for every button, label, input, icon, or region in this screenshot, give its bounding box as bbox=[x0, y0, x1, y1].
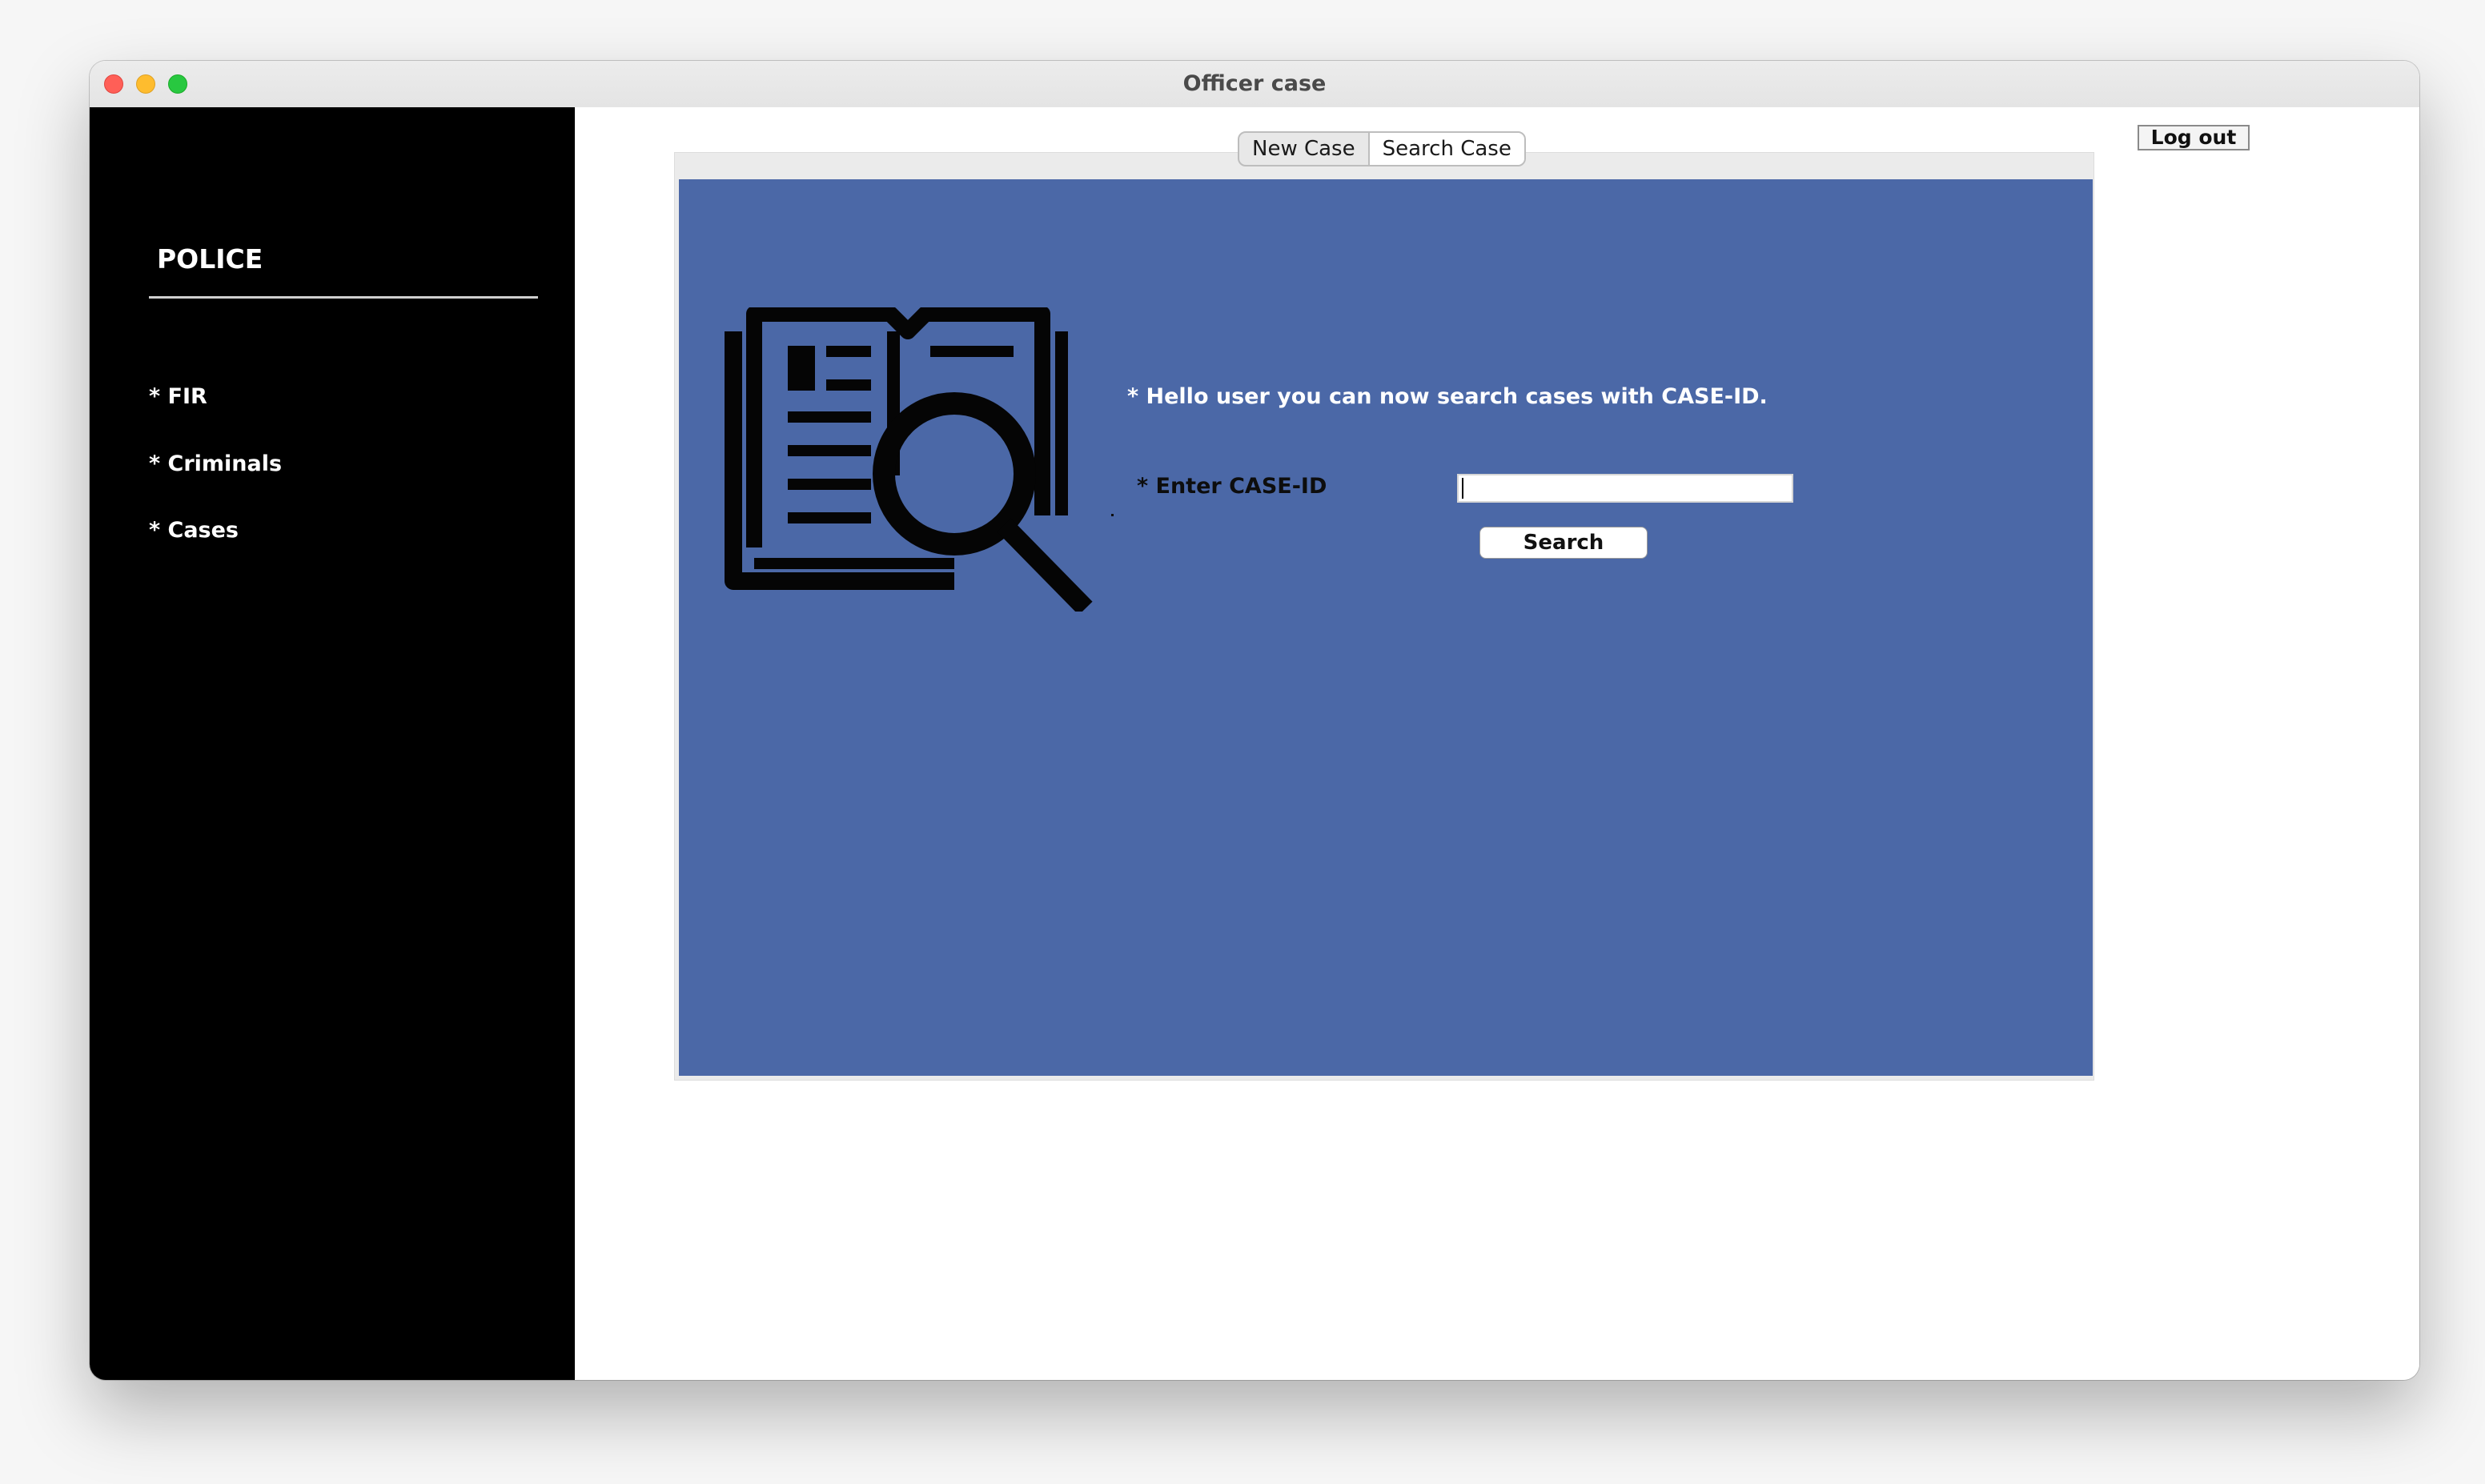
text-caret bbox=[1462, 478, 1463, 499]
tab-search-case[interactable]: Search Case bbox=[1367, 133, 1524, 165]
search-button[interactable]: Search bbox=[1479, 527, 1648, 559]
app-window: Officer case POLICE * FIR * Criminals * … bbox=[90, 61, 2419, 1380]
book-magnifier-icon bbox=[725, 307, 1093, 612]
sidebar-item-criminals[interactable]: * Criminals bbox=[149, 451, 282, 476]
sidebar: POLICE * FIR * Criminals * Cases bbox=[90, 107, 575, 1380]
case-id-input[interactable] bbox=[1457, 474, 1793, 503]
sidebar-item-cases[interactable]: * Cases bbox=[149, 518, 239, 543]
sidebar-brand: POLICE bbox=[157, 243, 263, 275]
tab-bar: New Case Search Case bbox=[1238, 131, 1526, 166]
search-case-panel: * Hello user you can now search cases wi… bbox=[679, 179, 2093, 1076]
case-id-label: * Enter CASE-ID bbox=[1137, 474, 1327, 499]
title-bar: Officer case bbox=[90, 61, 2419, 108]
tab-new-case[interactable]: New Case bbox=[1239, 133, 1368, 165]
sidebar-item-fir[interactable]: * FIR bbox=[149, 384, 207, 409]
logout-button[interactable]: Log out bbox=[2138, 125, 2250, 150]
sidebar-divider bbox=[149, 296, 538, 299]
stray-dot bbox=[1111, 514, 1114, 516]
window-title: Officer case bbox=[1182, 71, 1327, 96]
greeting-text: * Hello user you can now search cases wi… bbox=[1127, 384, 1768, 409]
